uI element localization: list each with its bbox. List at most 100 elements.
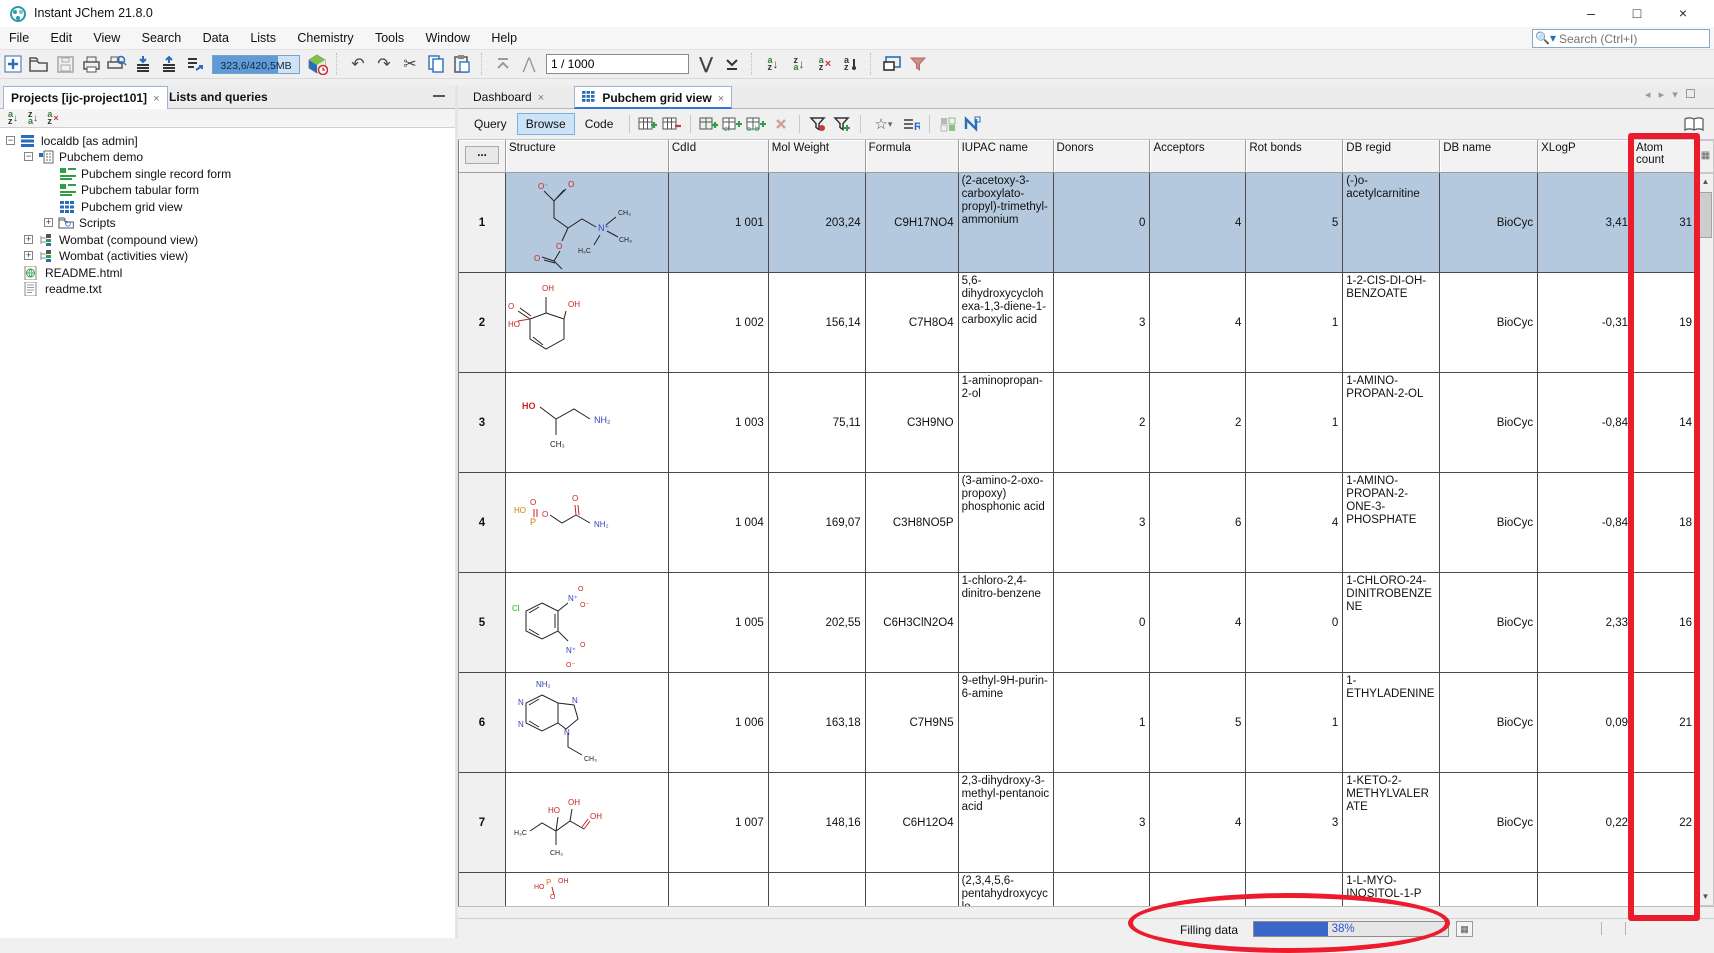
cell-atom-count[interactable]: 18 bbox=[1633, 473, 1697, 573]
cell-atom-count[interactable]: 14 bbox=[1633, 373, 1697, 473]
cell-xlogp[interactable]: 3,41 bbox=[1538, 173, 1633, 273]
cell-xlogp[interactable]: -0,31 bbox=[1538, 273, 1633, 373]
filter-add-icon[interactable] bbox=[830, 114, 854, 134]
export-icon[interactable] bbox=[156, 52, 182, 76]
cell-donors[interactable]: 2 bbox=[1054, 373, 1151, 473]
vertical-scrollbar[interactable]: ▲ ▼ bbox=[1697, 173, 1714, 906]
structure-depiction[interactable]: Cl N⁺OO⁻ N⁺OO⁻ bbox=[506, 573, 669, 673]
cell-cdid[interactable]: 1 007 bbox=[669, 773, 769, 873]
cell-donors[interactable]: 0 bbox=[1054, 573, 1151, 673]
table-row[interactable]: 3 HO NH₂ CH₃ 1 003 75,11 C3H9NO 1-aminop… bbox=[459, 373, 1697, 473]
close-icon[interactable]: × bbox=[153, 93, 159, 105]
column-header-structure[interactable]: Structure bbox=[506, 140, 669, 173]
sort-clear-icon[interactable]: az× bbox=[43, 106, 63, 130]
maximize-button[interactable]: □ bbox=[1614, 0, 1660, 27]
cell-db-name[interactable]: BioCyc bbox=[1440, 673, 1538, 773]
row-number[interactable]: 4 bbox=[459, 473, 506, 573]
cell-iupac[interactable]: 1-aminopropan-2-ol bbox=[959, 373, 1054, 473]
menu-data[interactable]: Data bbox=[194, 27, 238, 45]
grid-settings-icon[interactable] bbox=[936, 114, 960, 134]
cell-mol-weight[interactable]: 169,07 bbox=[769, 473, 866, 573]
cell-db-name[interactable] bbox=[1440, 873, 1538, 906]
cell-db-regid[interactable]: 1-ETHYLADENINE bbox=[1343, 673, 1440, 773]
table-row[interactable]: 5 Cl N⁺OO⁻ N⁺OO⁻ 1 005 202,55 C6H3ClN2O4… bbox=[459, 573, 1697, 673]
scrollbar-thumb[interactable] bbox=[1699, 192, 1712, 238]
sort-descending-icon[interactable]: za↓ bbox=[786, 52, 812, 76]
maximize-view-icon[interactable] bbox=[1686, 89, 1695, 98]
cut-icon[interactable]: ✂ bbox=[397, 52, 423, 76]
sort-custom-icon[interactable]: az bbox=[838, 52, 864, 76]
column-options-button[interactable]: ▦ bbox=[1697, 140, 1714, 173]
collapse-icon[interactable]: − bbox=[6, 136, 15, 145]
structure-depiction[interactable]: HO NH₂ CH₃ bbox=[506, 373, 669, 473]
cell-cdid[interactable]: 1 002 bbox=[669, 273, 769, 373]
previous-record-icon[interactable]: ⋀ bbox=[516, 52, 542, 76]
tab-dashboard[interactable]: Dashboard× bbox=[466, 86, 551, 109]
structure-depiction[interactable]: OHOH OHO bbox=[506, 273, 669, 373]
column-header-xlogp[interactable]: XLogP bbox=[1538, 140, 1633, 173]
cell-donors[interactable]: 1 bbox=[1054, 673, 1151, 773]
sort-ascending-icon[interactable]: az↓ bbox=[760, 52, 786, 76]
cell-donors[interactable]: 3 bbox=[1054, 273, 1151, 373]
cell-mol-weight[interactable]: 156,14 bbox=[769, 273, 866, 373]
browse-button[interactable]: Browse bbox=[517, 113, 575, 135]
expand-icon[interactable]: + bbox=[24, 235, 33, 244]
cell-formula[interactable]: C6H12O4 bbox=[866, 773, 959, 873]
share-export-icon[interactable] bbox=[182, 52, 208, 76]
cell-donors[interactable] bbox=[1054, 873, 1151, 906]
scroll-down-icon[interactable]: ▼ bbox=[1698, 889, 1713, 905]
copy-icon[interactable] bbox=[423, 52, 449, 76]
cell-acceptors[interactable]: 4 bbox=[1150, 773, 1246, 873]
cell-acceptors[interactable]: 4 bbox=[1150, 173, 1246, 273]
open-icon[interactable] bbox=[26, 52, 52, 76]
add-ab-field-icon[interactable]: a+b bbox=[745, 114, 769, 134]
cell-atom-count[interactable] bbox=[1633, 873, 1697, 906]
cell-mol-weight[interactable]: 202,55 bbox=[769, 573, 866, 673]
redo-icon[interactable]: ↷ bbox=[371, 52, 397, 76]
cell-acceptors[interactable]: 4 bbox=[1150, 273, 1246, 373]
cell-iupac[interactable]: 5,6-dihydroxycyclohexa-1,3-diene-1-carbo… bbox=[959, 273, 1054, 373]
cell-cdid[interactable] bbox=[669, 873, 769, 906]
cell-db-name[interactable]: BioCyc bbox=[1440, 173, 1538, 273]
column-header-cdid[interactable]: CdId bbox=[669, 140, 769, 173]
cell-db-regid[interactable]: 1-L-MYO-INOSITOL-1-P bbox=[1343, 873, 1440, 906]
row-number[interactable]: 7 bbox=[459, 773, 506, 873]
delete-row-icon[interactable] bbox=[660, 114, 684, 134]
cell-db-regid[interactable]: 1-KETO-2-METHYLVALERATE bbox=[1343, 773, 1440, 873]
cell-db-regid[interactable]: 1-AMINO-PROPAN-2-OL bbox=[1343, 373, 1440, 473]
cell-rot-bonds[interactable] bbox=[1246, 873, 1343, 906]
cell-acceptors[interactable]: 5 bbox=[1150, 673, 1246, 773]
nav-left-icon[interactable]: ◂ bbox=[1645, 89, 1651, 101]
cell-mol-weight[interactable]: 148,16 bbox=[769, 773, 866, 873]
cell-cdid[interactable]: 1 001 bbox=[669, 173, 769, 273]
add-field-icon[interactable] bbox=[697, 114, 721, 134]
cell-db-regid[interactable]: (-)o-acetylcarnitine bbox=[1343, 173, 1440, 273]
cell-iupac[interactable]: (2-acetoxy-3-carboxylato-propyl)-trimeth… bbox=[959, 173, 1054, 273]
expand-icon[interactable]: + bbox=[24, 251, 33, 260]
cell-mol-weight[interactable]: 203,24 bbox=[769, 173, 866, 273]
table-row[interactable]: 4 HOP O O O NH₂ 1 004 169,07 C3H8NO5P (3… bbox=[459, 473, 1697, 573]
remove-field-icon[interactable] bbox=[769, 114, 793, 134]
menu-help[interactable]: Help bbox=[482, 27, 526, 45]
nav-down-icon[interactable]: ▾ bbox=[1672, 89, 1678, 101]
tree-item-pubchem-tabular-form[interactable]: Pubchem tabular form bbox=[60, 181, 199, 198]
expand-icon[interactable]: + bbox=[44, 218, 53, 227]
cell-iupac[interactable]: 9-ethyl-9H-purin-6-amine bbox=[959, 673, 1054, 773]
cell-db-regid[interactable]: 1-CHLORO-24-DINITROBENZENE bbox=[1343, 573, 1440, 673]
list-results-icon[interactable]: R bbox=[899, 114, 923, 134]
cell-acceptors[interactable]: 2 bbox=[1150, 373, 1246, 473]
cell-rot-bonds[interactable]: 5 bbox=[1246, 173, 1343, 273]
book-icon[interactable] bbox=[1684, 117, 1704, 132]
tree-item-pubchem-single-record-form[interactable]: Pubchem single record form bbox=[60, 165, 231, 182]
cell-iupac[interactable]: (3-amino-2-oxo-propoxy) phosphonic acid bbox=[959, 473, 1054, 573]
windows-cascade-icon[interactable] bbox=[879, 52, 905, 76]
tree-item-localdb[interactable]: − localdb [as admin] bbox=[6, 132, 138, 149]
query-button[interactable]: Query bbox=[466, 114, 515, 134]
column-header-rot-bonds[interactable]: Rot bonds bbox=[1246, 140, 1343, 173]
cell-mol-weight[interactable] bbox=[769, 873, 866, 906]
row-number[interactable]: 1 bbox=[459, 173, 506, 273]
menu-search[interactable]: Search bbox=[133, 27, 191, 45]
cell-atom-count[interactable]: 22 bbox=[1633, 773, 1697, 873]
cell-atom-count[interactable]: 19 bbox=[1633, 273, 1697, 373]
next-record-icon[interactable]: ⋁ bbox=[693, 52, 719, 76]
